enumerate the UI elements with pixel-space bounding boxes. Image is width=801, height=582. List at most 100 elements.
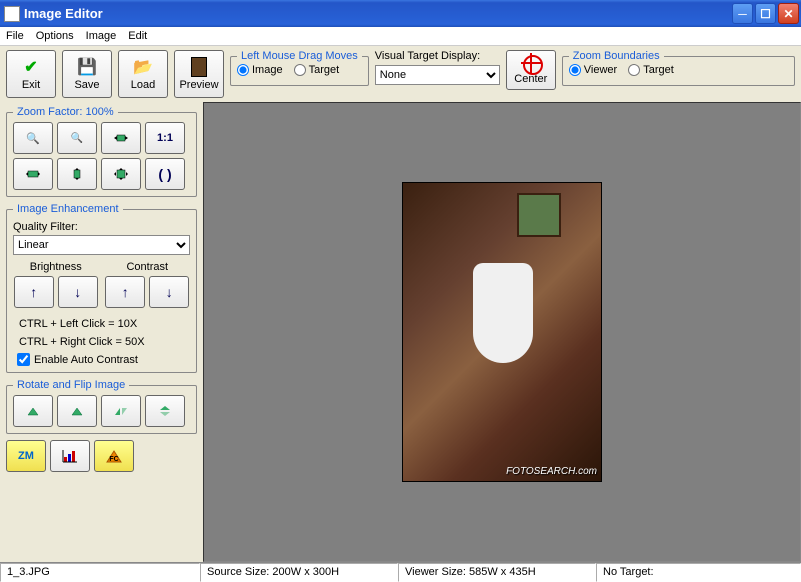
fit-width-alt-icon: [25, 167, 41, 181]
image-canvas[interactable]: FOTOSEARCH.com: [203, 102, 801, 562]
menu-file[interactable]: File: [6, 30, 24, 42]
checkmark-icon: ✔: [21, 57, 41, 77]
triangle-icon: [69, 404, 85, 418]
auto-contrast-checkbox[interactable]: Enable Auto Contrast: [17, 353, 190, 366]
drag-target-radio[interactable]: Target: [294, 64, 340, 76]
status-source-size: Source Size: 200W x 300H: [200, 563, 398, 582]
main-toolbar: ✔ Exit 💾 Save 📂 Load Preview Left Mouse …: [0, 46, 801, 102]
rotate-right-button[interactable]: [57, 395, 97, 427]
left-mouse-drag-group: Left Mouse Drag Moves Image Target: [230, 50, 369, 86]
flip-horizontal-button[interactable]: [101, 395, 141, 427]
loaded-image: FOTOSEARCH.com: [402, 182, 602, 482]
triangle-icon: [25, 404, 41, 418]
menu-edit[interactable]: Edit: [128, 30, 147, 42]
arrow-down-icon: ↓: [166, 284, 173, 300]
status-viewer-size: Viewer Size: 585W x 435H: [398, 563, 596, 582]
status-bar: 1_3.JPG Source Size: 200W x 300H Viewer …: [0, 562, 801, 582]
zm-button[interactable]: ZM: [6, 440, 46, 472]
preview-label: Preview: [179, 79, 218, 91]
fit-height-icon: [69, 167, 85, 181]
load-label: Load: [131, 79, 155, 91]
status-target: No Target:: [596, 563, 801, 582]
drag-image-label: Image: [252, 64, 283, 76]
rotate-legend: Rotate and Flip Image: [13, 379, 129, 391]
crosshair-icon: [523, 55, 539, 71]
menu-bar: File Options Image Edit: [0, 27, 801, 46]
brightness-up-button[interactable]: ↑: [14, 276, 54, 308]
exit-button[interactable]: ✔ Exit: [6, 50, 56, 98]
fit-width-icon: [113, 131, 129, 145]
qf-label: Quality Filter:: [13, 221, 190, 233]
rotate-left-button[interactable]: [13, 395, 53, 427]
menu-options[interactable]: Options: [36, 30, 74, 42]
magnifier-minus-icon: 🔍: [71, 133, 83, 144]
zoom-target-radio[interactable]: Target: [628, 64, 674, 76]
fc-triangle-icon: FC: [104, 448, 124, 464]
zoom-viewer-label: Viewer: [584, 64, 617, 76]
contrast-label: Contrast: [105, 261, 191, 273]
fit-height-button[interactable]: [57, 158, 97, 190]
arrow-up-icon: ↑: [122, 284, 129, 300]
drag-target-label: Target: [309, 64, 340, 76]
fit-all-icon: [113, 167, 129, 181]
visual-target-display-group: Visual Target Display: None: [375, 50, 500, 85]
auto-contrast-label: Enable Auto Contrast: [34, 354, 138, 366]
svg-text:FC: FC: [109, 456, 118, 463]
fit-width-button[interactable]: [101, 122, 141, 154]
enhance-legend: Image Enhancement: [13, 203, 123, 215]
close-button[interactable]: ✕: [778, 3, 799, 24]
left-drag-legend: Left Mouse Drag Moves: [237, 50, 362, 62]
maximize-button[interactable]: ☐: [755, 3, 776, 24]
zoom-boundaries-group: Zoom Boundaries Viewer Target: [562, 50, 795, 86]
fit-width-alt-button[interactable]: [13, 158, 53, 190]
hint-left-click: CTRL + Left Click = 10X: [19, 316, 190, 334]
floppy-icon: 💾: [77, 57, 97, 77]
one-to-one-button[interactable]: 1:1: [145, 122, 185, 154]
watermark-text: FOTOSEARCH.com: [506, 466, 597, 477]
refresh-button[interactable]: ( ): [145, 158, 185, 190]
minimize-button[interactable]: ─: [732, 3, 753, 24]
arrow-up-icon: ↑: [30, 284, 37, 300]
flip-vertical-button[interactable]: [145, 395, 185, 427]
left-panel: Zoom Factor: 100% 🔍 🔍 1:1 ( ) Image Enha…: [0, 102, 203, 562]
preview-button[interactable]: Preview: [174, 50, 224, 98]
fc-button[interactable]: FC: [94, 440, 134, 472]
refresh-icon: ( ): [158, 166, 171, 182]
save-button[interactable]: 💾 Save: [62, 50, 112, 98]
zm-label: ZM: [18, 450, 34, 462]
contrast-down-button[interactable]: ↓: [149, 276, 189, 308]
load-button[interactable]: 📂 Load: [118, 50, 168, 98]
drag-image-radio[interactable]: Image: [237, 64, 283, 76]
flip-h-icon: [113, 404, 129, 418]
flip-v-icon: [157, 404, 173, 418]
vtd-label: Visual Target Display:: [375, 50, 500, 62]
zoom-in-button[interactable]: 🔍: [13, 122, 53, 154]
zoom-factor-legend: Zoom Factor: 100%: [13, 106, 118, 118]
folder-icon: 📂: [133, 57, 153, 77]
status-filename: 1_3.JPG: [0, 563, 200, 582]
save-label: Save: [74, 79, 99, 91]
fit-all-button[interactable]: [101, 158, 141, 190]
chart-button[interactable]: [50, 440, 90, 472]
quality-filter-select[interactable]: Linear: [13, 235, 190, 255]
zoom-factor-group: Zoom Factor: 100% 🔍 🔍 1:1 ( ): [6, 106, 197, 197]
chart-icon: [62, 449, 78, 463]
window-title: Image Editor: [24, 6, 732, 21]
magnifier-plus-icon: 🔍: [26, 132, 40, 145]
zoom-bound-legend: Zoom Boundaries: [569, 50, 664, 62]
contrast-up-button[interactable]: ↑: [105, 276, 145, 308]
zoom-out-button[interactable]: 🔍: [57, 122, 97, 154]
brightness-down-button[interactable]: ↓: [58, 276, 98, 308]
portrait-icon: [191, 57, 207, 77]
zoom-viewer-radio[interactable]: Viewer: [569, 64, 617, 76]
zoom-target-label: Target: [643, 64, 674, 76]
rotate-flip-group: Rotate and Flip Image: [6, 379, 197, 434]
image-enhancement-group: Image Enhancement Quality Filter: Linear…: [6, 203, 197, 373]
menu-image[interactable]: Image: [86, 30, 117, 42]
vtd-select[interactable]: None: [375, 65, 500, 85]
exit-label: Exit: [22, 79, 40, 91]
title-bar: Image Editor ─ ☐ ✕: [0, 0, 801, 27]
arrow-down-icon: ↓: [74, 284, 81, 300]
app-icon: [4, 6, 20, 22]
center-button[interactable]: Center: [506, 50, 556, 90]
